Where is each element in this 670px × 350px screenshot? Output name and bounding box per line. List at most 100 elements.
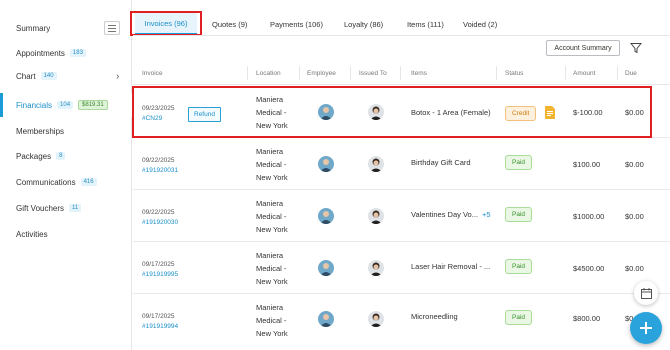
status-badge: Paid (505, 207, 533, 222)
employee-avatar[interactable] (318, 208, 334, 224)
item-cell: Valentines Day Vo... +5 (411, 210, 491, 219)
status-badge: Paid (505, 259, 533, 274)
sidebar-item-packages[interactable]: Packages 8 (0, 145, 132, 167)
calendar-button[interactable] (634, 281, 658, 305)
invoice-date: 09/17/2025 (142, 313, 175, 320)
amount-cell: $1000.00 (573, 212, 605, 221)
invoice-date: 09/17/2025 (142, 261, 175, 268)
employee-avatar[interactable] (318, 311, 334, 327)
location-line: New York (256, 277, 288, 286)
location-line: New York (256, 225, 288, 234)
table-row[interactable]: 09/17/2025 #191919995 Maniera Medical - … (133, 242, 670, 294)
sidebar-item-summary[interactable]: Summary (0, 17, 132, 39)
column-divider (565, 66, 566, 80)
sidebar-item-memberships[interactable]: Memberships (0, 120, 132, 142)
column-divider (299, 66, 300, 80)
calendar-icon (640, 287, 652, 299)
location-cell: Maniera Medical - New York (256, 197, 288, 236)
invoice-date: 09/22/2025 (142, 157, 175, 164)
location-line: Medical - (256, 160, 287, 169)
invoice-cell: 09/22/2025 #191920031 (142, 155, 178, 174)
invoice-number-link[interactable]: #191919994 (142, 323, 178, 330)
employee-avatar[interactable] (318, 156, 334, 172)
column-header-status: Status (505, 70, 524, 77)
sidebar-item-appointments[interactable]: Appointments 183 (0, 42, 132, 64)
client-avatar[interactable] (368, 260, 384, 276)
column-header-invoice: Invoice (142, 70, 163, 77)
column-header-employee: Employee (307, 70, 336, 77)
plus-icon (640, 322, 652, 334)
item-name: Microneedling (411, 312, 458, 321)
sidebar-item-label: Communications (16, 177, 76, 187)
table-row[interactable]: 09/22/2025 #191920030 Maniera Medical - … (133, 190, 670, 242)
tab-quotes[interactable]: Quotes (9) (212, 13, 247, 35)
location-line: Maniera (256, 147, 284, 156)
column-header-items: Items (411, 70, 427, 77)
invoice-cell: 09/17/2025 #191919995 (142, 259, 178, 278)
due-cell: $0.00 (625, 160, 644, 169)
due-cell: $0.00 (625, 212, 644, 221)
account-summary-button[interactable]: Account Summary (546, 40, 620, 56)
location-cell: Maniera Medical - New York (256, 249, 288, 288)
table-row[interactable]: 09/22/2025 #191920031 Maniera Medical - … (133, 138, 670, 190)
item-name: Valentines Day Vo... (411, 210, 478, 219)
sidebar-item-chart[interactable]: Chart 140 › (0, 65, 132, 87)
client-avatar[interactable] (368, 208, 384, 224)
tabs-divider (133, 35, 670, 36)
invoice-cell: 09/17/2025 #191919994 (142, 311, 178, 330)
location-line: New York (256, 329, 288, 338)
column-header-amount: Amount (573, 70, 596, 77)
location-cell: Maniera Medical - New York (256, 301, 288, 340)
count-badge: 104 (57, 101, 74, 109)
sidebar: Summary Appointments 183 Chart 140 › Fin… (0, 0, 132, 350)
sidebar-item-label: Gift Vouchers (16, 203, 65, 213)
column-divider (617, 66, 618, 80)
employee-avatar[interactable] (318, 260, 334, 276)
invoice-number-link[interactable]: #191920030 (142, 219, 178, 226)
sidebar-item-communications[interactable]: Communications 416 (0, 171, 132, 193)
count-badge: 416 (80, 178, 97, 186)
amount-cell: $4500.00 (573, 264, 605, 273)
column-divider (247, 66, 248, 80)
sidebar-item-label: Appointments (16, 48, 65, 58)
location-cell: Maniera Medical - New York (256, 145, 288, 184)
sidebar-item-activities[interactable]: Activities (0, 223, 132, 245)
item-name: Laser Hair Removal - ... (411, 262, 491, 271)
sidebar-item-gift-vouchers[interactable]: Gift Vouchers 11 (0, 197, 132, 219)
client-avatar[interactable] (368, 311, 384, 327)
balance-badge: $819.31 (78, 100, 108, 110)
invoice-number-link[interactable]: #191920031 (142, 167, 178, 174)
count-badge: 11 (69, 204, 82, 212)
table-row[interactable]: 09/17/2025 #191919994 Maniera Medical - … (133, 294, 670, 346)
client-avatar[interactable] (368, 156, 384, 172)
count-badge: 183 (69, 49, 86, 57)
sidebar-item-financials[interactable]: Financials 104 $819.31 (0, 93, 132, 117)
sidebar-item-label: Packages (16, 151, 52, 161)
header-divider (133, 84, 670, 85)
more-items-link[interactable]: +5 (482, 210, 491, 219)
tab-loyalty[interactable]: Loyalty (86) (344, 13, 383, 35)
invoice-date: 09/22/2025 (142, 209, 175, 216)
item-cell: Microneedling (411, 312, 458, 321)
location-line: Medical - (256, 316, 287, 325)
sidebar-item-label: Summary (16, 23, 51, 33)
add-button[interactable] (630, 312, 662, 344)
chevron-right-icon: › (116, 70, 120, 82)
amount-cell: $100.00 (573, 160, 601, 169)
tab-items[interactable]: Items (111) (407, 13, 444, 35)
item-cell: Birthday Gift Card (411, 158, 471, 167)
invoice-cell: 09/22/2025 #191920030 (142, 207, 178, 226)
column-header-location: Location (256, 70, 281, 77)
column-header-issued-to: Issued To (359, 70, 387, 77)
sidebar-item-label: Financials (16, 100, 53, 110)
column-header-due: Due (625, 70, 637, 77)
filter-icon[interactable] (630, 42, 642, 54)
count-badge: 8 (56, 152, 66, 160)
location-line: Maniera (256, 303, 284, 312)
tab-voided[interactable]: Voided (2) (463, 13, 497, 35)
sidebar-item-label: Activities (16, 229, 48, 239)
tab-payments[interactable]: Payments (106) (270, 13, 323, 35)
location-line: New York (256, 173, 288, 182)
invoice-number-link[interactable]: #191919995 (142, 271, 178, 278)
location-line: Medical - (256, 264, 287, 273)
